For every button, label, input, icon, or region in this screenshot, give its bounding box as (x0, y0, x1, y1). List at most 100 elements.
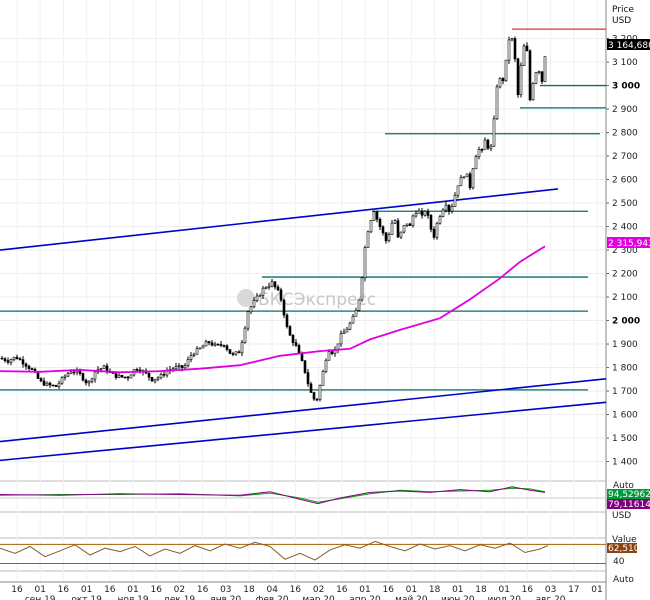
candle-body (468, 173, 472, 189)
x-tick-label: 16 (290, 585, 302, 595)
x-month-label: дек 19 (164, 595, 196, 600)
candle-body (369, 220, 373, 233)
x-tick-label: 16 (58, 585, 70, 595)
candle-body (135, 369, 139, 371)
candle-body (0, 357, 4, 360)
price-chart[interactable]: БКСЭкспресс 1 4001 5001 6001 7001 8001 9… (0, 0, 650, 600)
x-tick-label: 03 (545, 585, 556, 595)
trend-channels (0, 188, 607, 462)
candle-body (228, 349, 232, 354)
trend-line (0, 378, 607, 443)
candle-body (363, 247, 367, 279)
x-tick-label: 02 (313, 585, 324, 595)
candle-body (489, 145, 493, 149)
x-tick-label: 16 (336, 585, 348, 595)
candle-body (315, 398, 319, 401)
y-tick-label: 1 700 (612, 387, 638, 397)
x-month-label: авг 20 (536, 595, 566, 600)
time-axis: 16 01 16 01 16 01 16 02 16 03 18 04 16 02 16 01 16 01 18 01… (0, 581, 606, 600)
candle-body (402, 225, 406, 233)
candle-body (477, 149, 481, 157)
candle-body (399, 231, 403, 238)
candle-body (231, 353, 235, 355)
candle-body (150, 376, 154, 382)
candle-body (210, 342, 214, 346)
candle-body (297, 345, 301, 354)
candle-body (444, 204, 448, 211)
x-tick-label: 01 (34, 585, 45, 595)
x-tick-label: 04 (266, 585, 278, 595)
candle-body (510, 38, 514, 41)
candle-body (3, 358, 7, 362)
candle-body (360, 277, 364, 301)
x-month-label: ноя 19 (117, 595, 148, 600)
x-tick-label: 16 (522, 585, 534, 595)
candle-body (195, 348, 199, 355)
candle-body (27, 365, 31, 369)
candle-body (420, 210, 424, 216)
candle-body (261, 287, 265, 296)
candle-body (69, 371, 73, 374)
candle-body (147, 372, 151, 378)
candle-body (498, 78, 502, 88)
candle-body (57, 382, 61, 387)
indicator1-unit-label: USD (612, 511, 631, 521)
x-tick-label: 18 (243, 585, 255, 595)
y-tick-label: 1 400 (612, 458, 638, 468)
candle-body (189, 355, 193, 360)
x-tick-label: 03 (220, 585, 231, 595)
x-tick-label: 02 (174, 585, 185, 595)
candle-body (282, 299, 286, 316)
candle-body (330, 351, 334, 354)
candle-body (321, 371, 325, 386)
candle-body (270, 281, 274, 287)
candle-body (6, 360, 10, 363)
candle-body (384, 232, 388, 242)
candle-body (75, 370, 79, 373)
candle-body (327, 351, 331, 361)
candle-body (114, 373, 118, 378)
horizontal-levels (0, 28, 606, 391)
candle-body (414, 213, 418, 217)
candle-body (264, 287, 268, 289)
y-tick-label: 2 200 (612, 270, 638, 280)
candle-body (423, 210, 427, 216)
candle-body (495, 86, 499, 120)
candle-body (324, 359, 328, 372)
candle-body (204, 341, 208, 347)
y-tick-label: 1 900 (612, 340, 638, 350)
ma-tag: 2 315,9438 (608, 239, 650, 249)
indicator2-tick-40: 40 (613, 557, 625, 567)
candle-body (456, 185, 460, 196)
candle-body (387, 234, 391, 242)
candle-body (36, 371, 40, 379)
candle-body (405, 223, 409, 226)
candle-body (234, 351, 238, 355)
x-tick-label: 17 (568, 585, 579, 595)
candle-body (240, 342, 244, 354)
candle-body (99, 368, 103, 370)
candle-body (285, 314, 289, 327)
x-month-label: янв 20 (210, 595, 241, 600)
y-tick-label: 3 100 (612, 58, 638, 68)
indicator1-value-a: 94,529623 (608, 490, 650, 500)
candle-body (513, 38, 517, 60)
y-tick-label: 2 400 (612, 223, 638, 233)
candle-body (339, 333, 343, 345)
candle-body (198, 347, 202, 350)
x-tick-label: 18 (429, 585, 441, 595)
candle-body (309, 383, 313, 393)
x-month-label: июн 20 (441, 595, 475, 600)
x-tick-label: 01 (81, 585, 92, 595)
indicator-panel-1 (0, 486, 606, 505)
currency-header-label: USD (612, 16, 631, 26)
y-tick-label: 1 600 (612, 411, 638, 421)
candle-body (63, 375, 67, 378)
candle-body (252, 300, 256, 308)
candle-body (528, 50, 532, 101)
price-header-label: Price (612, 5, 634, 15)
price-axis: 1 400 1 500 1 600 1 700 1 800 1 900 2 000 2 100… (606, 35, 640, 468)
candle-body (486, 139, 490, 149)
x-month-label: сен 19 (25, 595, 56, 600)
x-tick-label: 01 (359, 585, 370, 595)
